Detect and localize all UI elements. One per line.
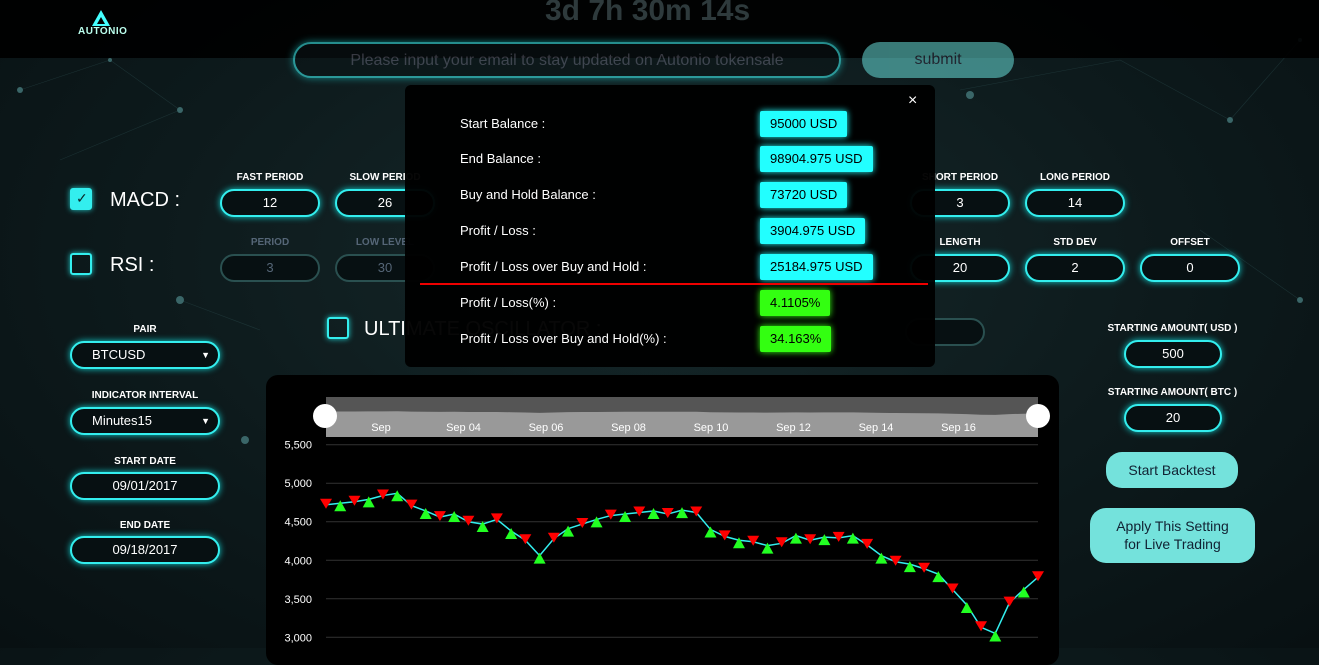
autonio-logo[interactable]: AUTONIO bbox=[78, 10, 128, 37]
navigator-right-handle bbox=[1026, 404, 1050, 428]
modal-row-label: Start Balance : bbox=[460, 116, 546, 131]
chart-svg: Sep Sep 04 Sep 06 Sep 08 Sep 10 Sep 12 Sep 14 S… bbox=[284, 397, 1050, 644]
std-dev-input[interactable]: 2 bbox=[1025, 254, 1125, 282]
start-date-input[interactable]: 09/01/2017 bbox=[70, 472, 220, 500]
usd-amount-label: STARTING AMOUNT( USD ) bbox=[1107, 323, 1238, 334]
start-date-label: START DATE bbox=[114, 456, 176, 467]
modal-row-value: 34.163% bbox=[760, 326, 832, 352]
offset-label: OFFSET bbox=[1170, 237, 1210, 248]
modal-row-label: Profit / Loss(%) : bbox=[460, 295, 557, 310]
pair-value: BTCUSD bbox=[92, 347, 146, 362]
buy-signal-marker bbox=[1017, 586, 1030, 598]
navigator-label: Sep 16 bbox=[941, 422, 976, 434]
modal-row-label: Profit / Loss over Buy and Hold : bbox=[460, 259, 647, 274]
buy-signal-marker bbox=[818, 534, 831, 546]
buy-signal-marker bbox=[334, 500, 347, 512]
long-period-input[interactable]: 14 bbox=[1025, 189, 1125, 217]
y-tick-label: 5,500 bbox=[284, 440, 312, 452]
fast-period-input[interactable]: 12 bbox=[220, 189, 320, 217]
countdown-timer: 3d 7h 30m 14s bbox=[545, 0, 751, 27]
navigator-label: Sep bbox=[371, 422, 391, 434]
pair-select[interactable]: BTCUSD ▼ bbox=[70, 341, 220, 369]
logo-text: AUTONIO bbox=[78, 26, 128, 37]
navigator-left-handle bbox=[313, 404, 337, 428]
sell-signal-marker bbox=[405, 499, 418, 510]
modal-row-label: Profit / Loss : bbox=[460, 223, 536, 238]
pair-label: PAIR bbox=[133, 324, 157, 335]
chevron-down-icon: ▼ bbox=[201, 350, 210, 360]
navigator-area bbox=[326, 411, 1038, 437]
sell-signal-marker bbox=[775, 537, 788, 548]
separator-line bbox=[420, 283, 928, 285]
macd-checkbox[interactable] bbox=[70, 188, 92, 210]
modal-row-label: Profit / Loss over Buy and Hold(%) : bbox=[460, 331, 667, 346]
y-tick-label: 4,000 bbox=[284, 555, 312, 567]
sell-signal-marker bbox=[1003, 596, 1016, 607]
apply-line-2: for Live Trading bbox=[1124, 536, 1221, 552]
interval-label: INDICATOR INTERVAL bbox=[91, 390, 199, 401]
buy-signal-marker bbox=[533, 552, 546, 564]
modal-row-value: 73720 USD bbox=[760, 182, 848, 208]
email-input[interactable]: Please input your email to stay updated … bbox=[293, 42, 841, 78]
buy-signal-marker bbox=[647, 507, 660, 519]
rsi-checkbox[interactable] bbox=[70, 253, 92, 275]
usd-amount-input[interactable]: 500 bbox=[1124, 340, 1222, 368]
y-tick-label: 3,500 bbox=[284, 594, 312, 606]
end-date-label: END DATE bbox=[119, 520, 171, 531]
sell-signal-marker bbox=[718, 530, 731, 541]
y-tick-label: 4,500 bbox=[284, 517, 312, 529]
y-tick-label: 3,000 bbox=[284, 632, 312, 644]
long-period-label: LONG PERIOD bbox=[1039, 172, 1110, 183]
buy-signal-marker bbox=[676, 507, 688, 519]
sell-signal-marker bbox=[547, 532, 560, 543]
submit-button[interactable]: submit bbox=[862, 42, 1014, 78]
y-tick-label: 5,000 bbox=[284, 478, 312, 490]
macd-label: MACD : bbox=[110, 189, 180, 211]
std-dev-label: STD DEV bbox=[1053, 237, 1097, 248]
modal-row-label: Buy and Hold Balance : bbox=[460, 187, 596, 202]
navigator-label: Sep 06 bbox=[529, 422, 564, 434]
rsi-period-label: PERIOD bbox=[250, 237, 290, 248]
sell-signal-marker bbox=[519, 534, 532, 545]
end-date-input[interactable]: 09/18/2017 bbox=[70, 536, 220, 564]
btc-amount-input[interactable]: 20 bbox=[1124, 404, 1222, 432]
fast-period-label: FAST PERIOD bbox=[236, 172, 304, 183]
apply-line-1: Apply This Setting bbox=[1116, 518, 1229, 534]
modal-row-value: 98904.975 USD bbox=[760, 146, 873, 172]
navigator-label: Sep 14 bbox=[859, 422, 894, 434]
navigator-label: Sep 04 bbox=[446, 422, 481, 434]
close-icon[interactable]: × bbox=[908, 92, 917, 110]
chevron-down-icon: ▼ bbox=[201, 416, 210, 426]
buy-signal-marker bbox=[619, 511, 632, 523]
modal-row-value: 25184.975 USD bbox=[760, 254, 873, 280]
start-backtest-button[interactable]: Start Backtest bbox=[1106, 452, 1238, 488]
modal-row-value: 95000 USD bbox=[760, 111, 848, 137]
sell-signal-marker bbox=[1032, 571, 1044, 582]
sell-signal-marker bbox=[462, 515, 475, 526]
logo-icon bbox=[92, 10, 110, 26]
modal-row-value: 4.1105% bbox=[760, 290, 831, 316]
navigator-label: Sep 10 bbox=[694, 422, 729, 434]
apply-live-trading-button[interactable]: Apply This Setting for Live Trading bbox=[1090, 508, 1255, 563]
navigator-label: Sep 08 bbox=[611, 422, 646, 434]
modal-row-value: 3904.975 USD bbox=[760, 218, 866, 244]
navigator-label: Sep 12 bbox=[776, 422, 811, 434]
modal-row-label: End Balance : bbox=[460, 151, 541, 166]
rsi-period-input[interactable]: 3 bbox=[220, 254, 320, 282]
offset-input[interactable]: 0 bbox=[1140, 254, 1240, 282]
interval-value: Minutes15 bbox=[92, 413, 152, 428]
rsi-label: RSI : bbox=[110, 254, 155, 276]
sell-signal-marker bbox=[889, 555, 902, 566]
buy-signal-marker bbox=[391, 490, 404, 502]
buy-signal-marker bbox=[960, 601, 973, 613]
btc-amount-label: STARTING AMOUNT( BTC ) bbox=[1107, 387, 1238, 398]
sell-signal-marker bbox=[946, 583, 959, 594]
interval-select[interactable]: Minutes15 ▼ bbox=[70, 407, 220, 435]
price-chart[interactable]: Sep Sep 04 Sep 06 Sep 08 Sep 10 Sep 12 Sep 14 S… bbox=[266, 375, 1059, 665]
ultimate-checkbox[interactable] bbox=[327, 317, 349, 339]
